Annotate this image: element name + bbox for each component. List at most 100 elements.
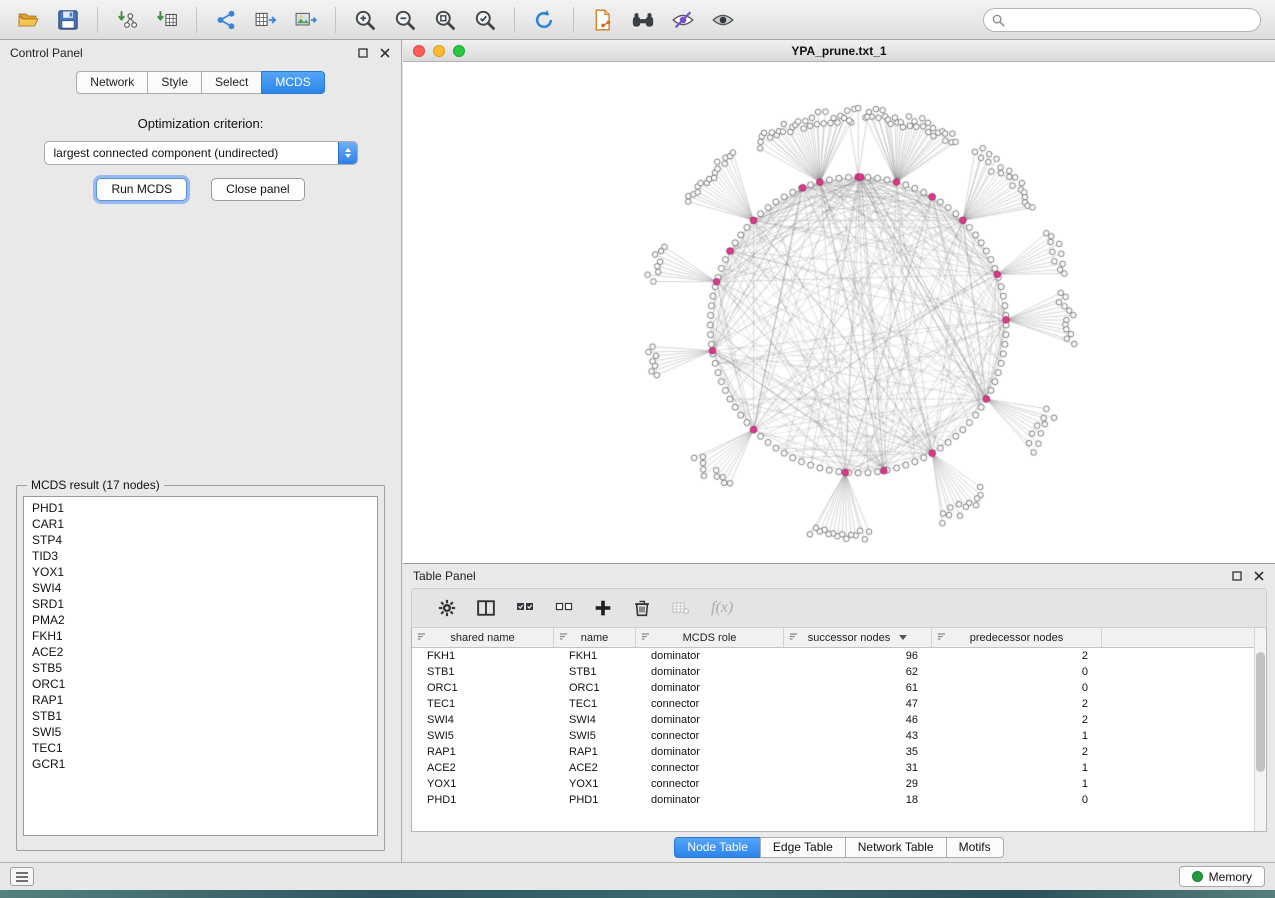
hide-selected-button[interactable]: [665, 5, 701, 35]
open-folder-button[interactable]: [10, 5, 46, 35]
tab-node-table[interactable]: Node Table: [674, 837, 761, 858]
refresh-button[interactable]: [526, 5, 562, 35]
function-builder-button[interactable]: f(x): [711, 599, 733, 617]
column-header-MCDS-role[interactable]: MCDS role: [636, 628, 784, 647]
result-node[interactable]: STB1: [32, 708, 377, 724]
close-panel-icon[interactable]: [379, 47, 391, 59]
mcds-result-box: MCDS result (17 nodes) PHD1CAR1STP4TID3Y…: [16, 478, 385, 851]
zoom-selected-icon: [474, 9, 496, 31]
panel-toggle-button[interactable]: [10, 867, 34, 886]
criterion-dropdown[interactable]: largest connected component (undirected): [44, 141, 358, 165]
close-panel-button[interactable]: Close panel: [211, 178, 304, 201]
result-node[interactable]: FKH1: [32, 628, 377, 644]
result-node[interactable]: SWI5: [32, 724, 377, 740]
settings-button[interactable]: [438, 599, 456, 617]
result-node[interactable]: SWI4: [32, 580, 377, 596]
zoom-selected-button[interactable]: [467, 5, 503, 35]
export-image-button[interactable]: [288, 5, 324, 35]
show-selected-button[interactable]: [705, 5, 741, 35]
table-scrollbar[interactable]: [1254, 628, 1266, 831]
save-button[interactable]: [50, 5, 86, 35]
tab-style[interactable]: Style: [147, 71, 202, 94]
table-row[interactable]: SWI5SWI5connector431: [412, 728, 1266, 744]
toolbar-separator: [97, 7, 98, 33]
tab-select[interactable]: Select: [201, 71, 262, 94]
table-row[interactable]: RAP1RAP1dominator352: [412, 744, 1266, 760]
table-row[interactable]: ACE2ACE2connector311: [412, 760, 1266, 776]
result-node[interactable]: SRD1: [32, 596, 377, 612]
toolbar-separator: [573, 7, 574, 33]
result-node[interactable]: ORC1: [32, 676, 377, 692]
memory-status-icon: [1192, 871, 1203, 882]
search-input[interactable]: [1010, 13, 1252, 27]
scrollbar-thumb[interactable]: [1256, 652, 1265, 772]
document-share-button[interactable]: [585, 5, 621, 35]
close-panel-icon[interactable]: [1253, 570, 1265, 582]
float-panel-icon[interactable]: [1231, 570, 1243, 582]
float-panel-icon[interactable]: [357, 47, 369, 59]
zoom-fit-button[interactable]: [427, 5, 463, 35]
chevron-down-icon[interactable]: [899, 635, 907, 640]
table-row[interactable]: TEC1TEC1connector472: [412, 696, 1266, 712]
table-row[interactable]: FKH1FKH1dominator962: [412, 648, 1266, 664]
column-header-predecessor-nodes[interactable]: predecessor nodes: [932, 628, 1102, 647]
network-titlebar[interactable]: YPA_prune.txt_1: [403, 40, 1275, 62]
cell-name: PHD1: [554, 792, 636, 808]
network-window: YPA_prune.txt_1: [403, 40, 1275, 564]
split-panel-button[interactable]: [477, 599, 495, 617]
import-table-button[interactable]: [149, 5, 185, 35]
zoom-in-button[interactable]: [347, 5, 383, 35]
tab-network[interactable]: Network: [76, 71, 148, 94]
column-header-shared-name[interactable]: shared name: [412, 628, 554, 647]
cell-name: FKH1: [554, 648, 636, 664]
result-node[interactable]: TEC1: [32, 740, 377, 756]
memory-button[interactable]: Memory: [1179, 866, 1265, 887]
cell-name: SWI5: [554, 728, 636, 744]
result-node[interactable]: TID3: [32, 548, 377, 564]
result-node[interactable]: CAR1: [32, 516, 377, 532]
deselect-all-button[interactable]: [555, 599, 573, 617]
tab-motifs[interactable]: Motifs: [946, 837, 1004, 858]
result-node[interactable]: STB5: [32, 660, 377, 676]
tab-edge-table[interactable]: Edge Table: [760, 837, 846, 858]
result-node[interactable]: PMA2: [32, 612, 377, 628]
cell-shared-name: RAP1: [412, 744, 554, 760]
sort-icon: [559, 632, 568, 644]
search-network-button[interactable]: [625, 5, 661, 35]
zoom-out-button[interactable]: [387, 5, 423, 35]
table-row[interactable]: ORC1ORC1dominator610: [412, 680, 1266, 696]
run-mcds-button[interactable]: Run MCDS: [96, 178, 187, 201]
network-view[interactable]: [403, 62, 1275, 563]
column-header-name[interactable]: name: [554, 628, 636, 647]
table-row[interactable]: STB1STB1dominator620: [412, 664, 1266, 680]
delete-button[interactable]: [633, 599, 651, 617]
cell-successor-nodes: 31: [784, 760, 932, 776]
select-all-icon: [516, 599, 534, 617]
export-network-button[interactable]: [208, 5, 244, 35]
result-node[interactable]: GCR1: [32, 756, 377, 772]
table-toolbar: f(x): [411, 588, 1267, 628]
clear-filter-button[interactable]: [672, 599, 690, 617]
hide-selected-icon: [672, 9, 694, 31]
table-row[interactable]: YOX1YOX1connector291: [412, 776, 1266, 792]
result-node[interactable]: RAP1: [32, 692, 377, 708]
result-node[interactable]: ACE2: [32, 644, 377, 660]
select-all-button[interactable]: [516, 599, 534, 617]
column-header-successor-nodes[interactable]: successor nodes: [784, 628, 932, 647]
export-table-button[interactable]: [248, 5, 284, 35]
table-row[interactable]: PHD1PHD1dominator180: [412, 792, 1266, 808]
open-folder-icon: [17, 9, 39, 31]
table-row[interactable]: SWI4SWI4dominator462: [412, 712, 1266, 728]
search-box[interactable]: [983, 8, 1261, 32]
add-button[interactable]: [594, 599, 612, 617]
result-node[interactable]: STP4: [32, 532, 377, 548]
cell-name: SWI4: [554, 712, 636, 728]
result-node[interactable]: YOX1: [32, 564, 377, 580]
add-icon: [594, 599, 612, 617]
cell-MCDS-role: dominator: [636, 744, 784, 760]
tab-network-table[interactable]: Network Table: [845, 837, 947, 858]
import-network-button[interactable]: [109, 5, 145, 35]
mcds-result-list[interactable]: PHD1CAR1STP4TID3YOX1SWI4SRD1PMA2FKH1ACE2…: [23, 496, 378, 836]
result-node[interactable]: PHD1: [32, 500, 377, 516]
tab-mcds[interactable]: MCDS: [261, 71, 324, 94]
